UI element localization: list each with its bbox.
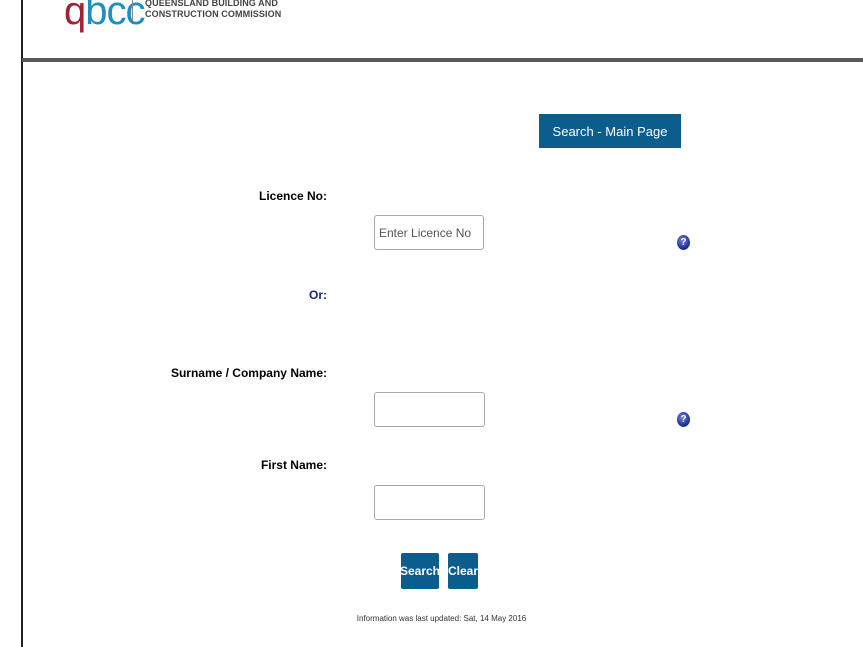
search-button[interactable]: Search	[400, 553, 440, 589]
search-main-page-button[interactable]: Search - Main Page	[539, 114, 681, 148]
clear-button[interactable]: Clear	[448, 553, 478, 589]
logo-q: q	[64, 0, 86, 33]
licence-input[interactable]	[374, 215, 484, 250]
org-name-line2: CONSTRUCTION COMMISSION	[145, 9, 282, 19]
first-name-label: First Name:	[260, 458, 327, 472]
logo-bcc: bcc	[85, 0, 145, 33]
org-name-line1: QUEENSLAND BUILDING AND	[145, 0, 278, 8]
header-bar	[22, 58, 863, 62]
org-name: QUEENSLAND BUILDING AND CONSTRUCTION COM…	[145, 0, 281, 20]
or-label: Or:	[309, 288, 327, 302]
surname-input[interactable]	[374, 392, 485, 427]
last-updated-text: Information was last updated: Sat, 14 Ma…	[356, 614, 527, 623]
help-icon[interactable]: ?	[677, 412, 690, 427]
site-header: qbcc QUEENSLAND BUILDING AND CONSTRUCTIO…	[0, 0, 863, 58]
help-icon[interactable]: ?	[677, 235, 690, 250]
left-border	[21, 0, 23, 647]
licence-label: Licence No:	[258, 189, 327, 203]
surname-label: Surname / Company Name:	[170, 366, 327, 380]
logo-divider	[132, 0, 133, 22]
first-name-input[interactable]	[374, 485, 485, 520]
